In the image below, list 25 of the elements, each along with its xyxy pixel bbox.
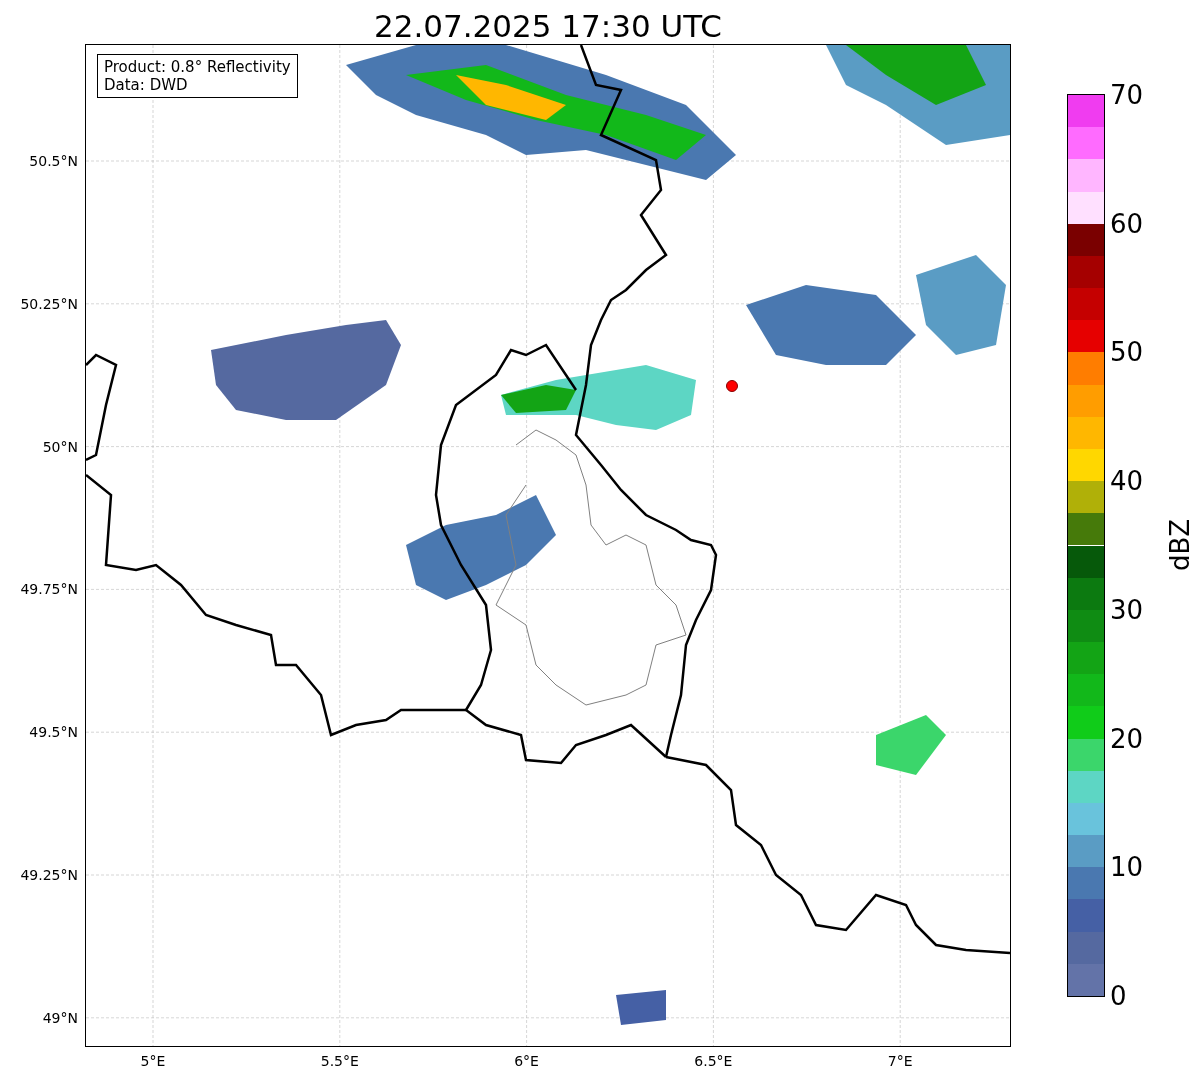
latitude-label: 49.5°N — [29, 724, 78, 741]
info-text: Data: DWD — [104, 76, 189, 94]
colorbar-tick-label: 10 — [1110, 852, 1144, 883]
latitude-label: 50.5°N — [29, 153, 78, 169]
longitude-label: 6°E — [514, 1053, 539, 1069]
latitude-label: 49.25°N — [20, 867, 78, 883]
colorbar-tick-label: 60 — [1110, 208, 1144, 239]
info-text: Product: 0.8° Reflectivity — [104, 58, 291, 76]
station-marker — [726, 380, 738, 392]
colorbar-tick-label: 30 — [1110, 594, 1144, 625]
colorbar-tick-label: 70 — [1110, 80, 1144, 110]
longitude-label: 7°E — [887, 1053, 913, 1069]
longitude-label: 5°E — [140, 1053, 166, 1069]
colorbar-tick-label: 0 — [1110, 981, 1127, 1011]
latitude-label: 49°N — [42, 1009, 78, 1026]
latitude-label: 50.25°N — [20, 295, 78, 312]
colorbar-tick-label: 50 — [1110, 337, 1144, 368]
latitude-label: 49.75°N — [20, 581, 78, 598]
colorbar-tick-label: 20 — [1110, 723, 1144, 754]
longitude-label: 5.5°E — [320, 1053, 359, 1069]
chart-title: 22.07.2025 17:30 UTC — [373, 7, 723, 45]
longitude-label: 6.5°E — [694, 1053, 733, 1069]
colorbar-label: dBZ — [1165, 517, 1195, 574]
latitude-label: 50°N — [42, 438, 78, 455]
colorbar-tick-label: 40 — [1110, 466, 1144, 497]
